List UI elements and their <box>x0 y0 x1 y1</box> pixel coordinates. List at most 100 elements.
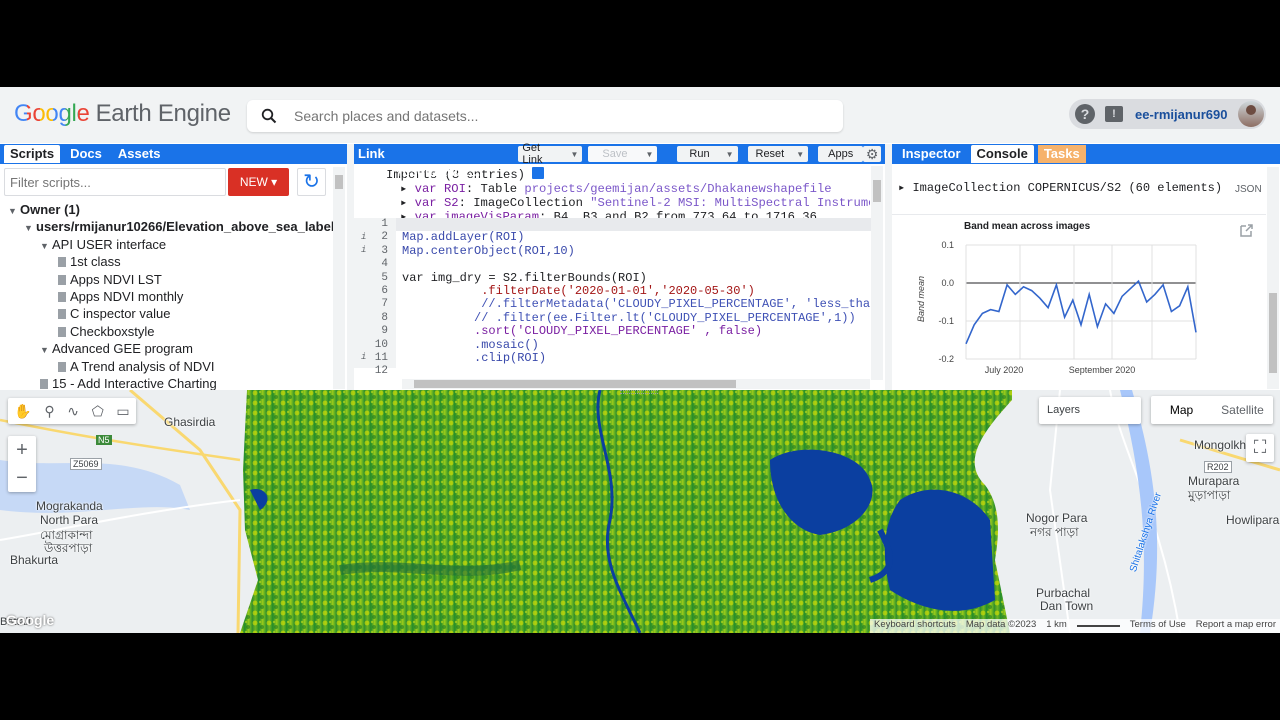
console-scrollbar[interactable] <box>1267 167 1279 389</box>
get-link-button[interactable]: Get Link ▼ <box>518 142 583 166</box>
scrollbar-thumb[interactable] <box>414 380 736 388</box>
script-tree: ▼ Owner (1) ▼ users/rmijanur10266/Elevatio… <box>0 201 334 392</box>
tab-console[interactable]: Console <box>970 145 1034 163</box>
map-type-satellite[interactable]: Satellite <box>1212 396 1273 424</box>
hand-icon[interactable]: ✋ <box>14 403 31 420</box>
search-box[interactable] <box>247 100 843 132</box>
filter-scripts-input[interactable] <box>4 168 226 196</box>
tree-item-script[interactable]: C inspector value <box>0 305 332 322</box>
import-roi[interactable]: ▸ var ROI: Table projects/geemijan/asset… <box>400 181 870 196</box>
road-shield: Z5069 <box>70 458 102 470</box>
doc-icon[interactable] <box>532 167 545 179</box>
report-error-link[interactable]: Report a map error <box>1196 619 1276 633</box>
chevron-down-icon[interactable]: ▼ <box>645 150 653 159</box>
import-s2[interactable]: ▸ var S2: ImageCollection "Sentinel-2 MS… <box>400 195 870 210</box>
line-number: 1 <box>381 218 388 230</box>
map-type-map[interactable]: Map <box>1151 396 1212 424</box>
help-icon[interactable]: ? <box>1075 104 1095 124</box>
zoom-in-button[interactable]: + <box>8 436 36 464</box>
chart-title: Band mean across images <box>964 221 1091 232</box>
polygon-icon[interactable]: ⬠ <box>92 403 104 420</box>
map-label: Howlipara <box>1226 513 1280 527</box>
file-icon <box>58 274 66 285</box>
earth-engine-logo[interactable]: Google Earth Engine <box>14 100 231 128</box>
code-area[interactable]: Map.addLayer(ROI) Map.centerObject(ROI,1… <box>402 218 870 368</box>
line-number: 3 <box>381 244 388 257</box>
tree-item-folder[interactable]: ▼ Advanced GEE program <box>0 340 332 357</box>
code-line: .sort('CLOUDY_PIXEL_PERCENTAGE' , false) <box>402 324 763 339</box>
map-label: Ghasirdia <box>164 415 216 429</box>
feedback-icon[interactable]: ! <box>1105 106 1123 122</box>
map-type-control: Map Satellite <box>1151 396 1273 424</box>
map-label: Mongolkh <box>1194 438 1247 452</box>
rectangle-icon[interactable]: ▭ <box>116 403 129 420</box>
tab-scripts[interactable]: Scripts <box>4 145 61 163</box>
run-button[interactable]: Run ▼ <box>677 146 738 162</box>
scrollbar-thumb[interactable] <box>335 175 343 189</box>
reset-button[interactable]: Reset ▼ <box>747 146 809 162</box>
keyboard-shortcuts-link[interactable]: Keyboard shortcuts <box>874 619 956 633</box>
map-label: North Para <box>40 513 99 527</box>
terms-link[interactable]: Terms of Use <box>1130 619 1186 633</box>
tree-item-script[interactable]: A Trend analysis of NDVI <box>0 358 332 375</box>
editor-hscrollbar[interactable] <box>402 379 870 389</box>
user-name[interactable]: ee-rmijanur690 <box>1135 107 1228 122</box>
zoom-out-button[interactable]: − <box>8 464 36 492</box>
refresh-icon[interactable]: ↻ <box>297 168 326 196</box>
map-label: Purbachal <box>1036 586 1091 600</box>
code-line: Map.addLayer(ROI) <box>402 230 525 245</box>
code-line: var img_dry = S2.filterBounds(ROI) <box>402 270 647 285</box>
console-output[interactable]: ▸ ImageCollection COPERNICUS/S2 (60 elem… <box>898 180 1222 195</box>
tree-item-script[interactable]: Apps NDVI LST <box>0 271 332 288</box>
scripts-scrollbar[interactable] <box>333 167 345 389</box>
map-label: Mograkanda <box>36 499 103 513</box>
file-icon <box>40 378 48 389</box>
top-header: GoogleEarth Engine ? ! ee-rmijanur690 <box>0 87 1280 143</box>
y-tick-label: 0.1 <box>941 240 954 250</box>
tab-assets[interactable]: Assets <box>112 145 167 163</box>
tree-item-script[interactable]: 1st class <box>0 253 332 270</box>
map-data-text: Map data ©2023 <box>965 619 1037 630</box>
layers-button[interactable]: Layers <box>1039 397 1141 424</box>
tab-inspector[interactable]: Inspector <box>896 145 967 163</box>
map-label: Bhakurta <box>10 553 59 567</box>
chevron-down-icon[interactable]: ▼ <box>726 150 734 159</box>
tab-docs[interactable]: Docs <box>64 145 108 163</box>
scale-label[interactable]: 1 km <box>1046 619 1067 633</box>
chevron-down-icon[interactable]: ▼ <box>570 150 578 159</box>
scripts-tabbar: Scripts Docs Assets <box>0 144 347 164</box>
save-button[interactable]: Save ▼ <box>588 146 658 162</box>
line-number: 5 <box>381 271 388 284</box>
tree-item-script[interactable]: Checkboxstyle <box>0 323 332 340</box>
scrollbar-thumb[interactable] <box>873 180 881 202</box>
chart-container: Band mean across images 0.1 0.0 -0.1 -0.2 Ban… <box>892 214 1266 390</box>
code-line: // .filter(ee.Filter.lt('CLOUDY_PIXEL_PE… <box>402 310 856 325</box>
avatar[interactable] <box>1238 101 1264 127</box>
tab-tasks[interactable]: Tasks <box>1037 145 1086 163</box>
search-input[interactable] <box>294 108 814 124</box>
tree-item-repo[interactable]: ▼ users/rmijanur10266/Elevation_above_sea… <box>0 218 334 235</box>
panel-divider[interactable] <box>347 144 354 390</box>
tree-item-owner[interactable]: ▼ Owner (1) <box>0 201 332 218</box>
tree-item-folder[interactable]: ▼ API USER interface <box>0 236 332 253</box>
map-view[interactable]: Ghasirdia Mograkanda North Para মোগ্রাকা… <box>0 390 1280 633</box>
y-axis-label: Band mean <box>916 276 926 322</box>
script-link[interactable]: Link 6d4b77c3d02a9d1... <box>354 145 512 179</box>
apps-button[interactable]: Apps <box>818 146 864 162</box>
band-mean-chart: Band mean across images 0.1 0.0 -0.1 -0.2 Ban… <box>916 221 1197 375</box>
fullscreen-icon[interactable]: ⛶ <box>1246 434 1274 462</box>
line-icon[interactable]: ∿ <box>67 403 79 420</box>
gear-icon[interactable]: ⚙ <box>863 146 881 162</box>
chevron-down-icon[interactable]: ▼ <box>796 150 804 159</box>
json-link[interactable]: JSON <box>1235 184 1262 195</box>
tree-item-script[interactable]: Apps NDVI monthly <box>0 288 332 305</box>
code-line: Map.centerObject(ROI,10) <box>402 243 575 258</box>
marker-icon[interactable]: ⚲ <box>44 403 54 420</box>
scrollbar-thumb[interactable] <box>1269 293 1277 373</box>
new-button[interactable]: NEW ▾ <box>228 168 289 196</box>
editor-scrollbar[interactable] <box>871 166 883 380</box>
series-line <box>965 279 1197 345</box>
resize-handle[interactable] <box>620 390 658 394</box>
line-number: 2 <box>381 231 388 244</box>
panel-divider[interactable] <box>885 144 892 390</box>
